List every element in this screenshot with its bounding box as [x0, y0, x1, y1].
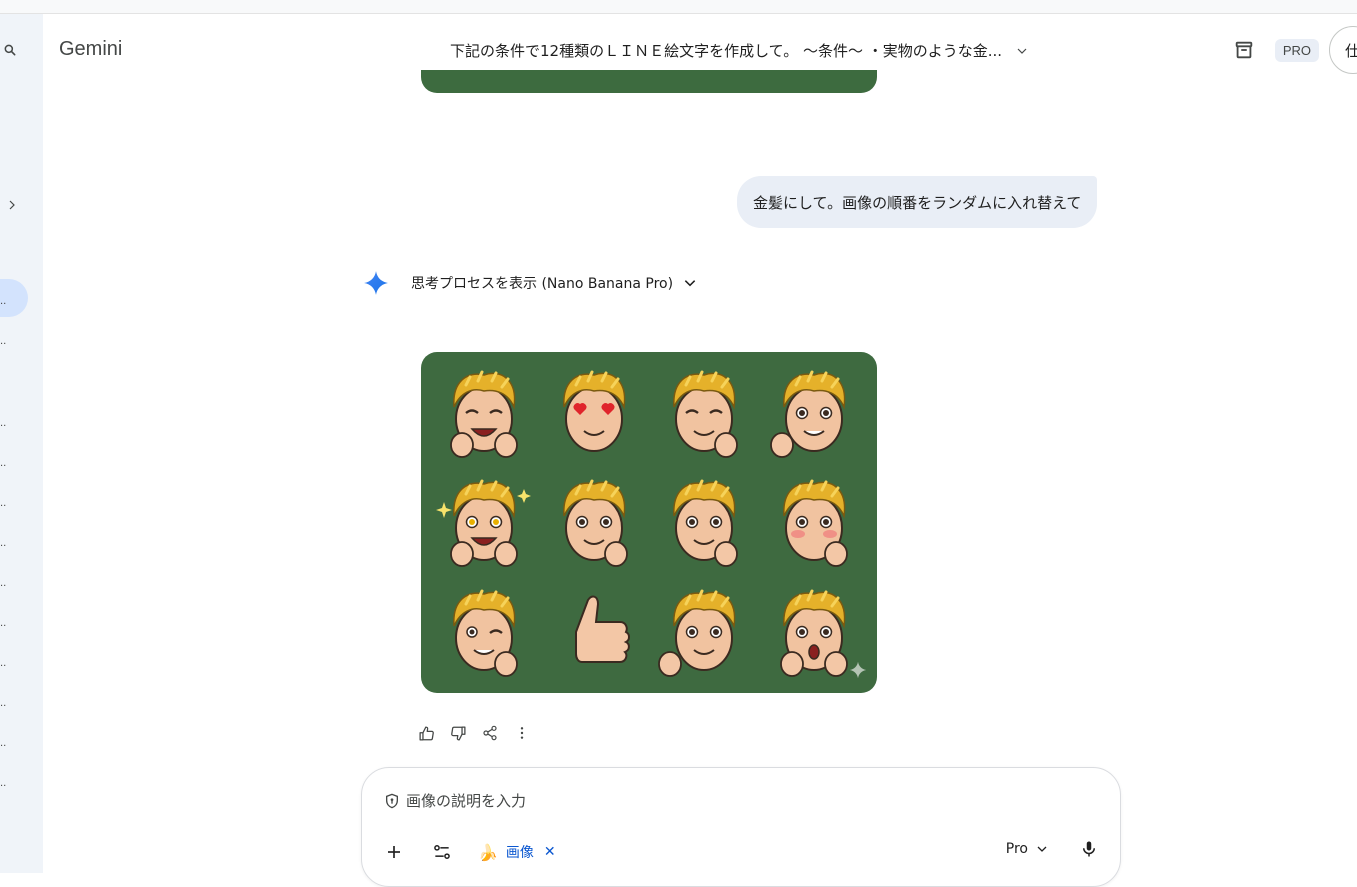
archive-icon[interactable] [1233, 39, 1255, 61]
sidebar-conversation-item[interactable]: .. [0, 739, 6, 749]
prompt-input[interactable]: 画像の説明を入力 [384, 790, 526, 811]
banana-icon: 🍌 [478, 842, 498, 862]
response-actions [410, 722, 538, 744]
share-icon[interactable] [474, 722, 506, 744]
tools-icon[interactable] [430, 840, 454, 864]
chevron-down-icon [1036, 843, 1048, 855]
model-selector-label: Pro [1005, 841, 1028, 857]
show-thinking-label: 思考プロセスを表示 (Nano Banana Pro) [411, 276, 674, 292]
shield-icon [384, 793, 400, 809]
sticker-praying-hands [649, 358, 759, 468]
previous-generated-image[interactable] [421, 70, 877, 93]
sidebar-conversation-item[interactable]: .. [0, 419, 6, 429]
sticker-blushing-hand-over-mouth [759, 468, 869, 578]
close-icon[interactable]: ✕ [544, 844, 556, 860]
sidebar-conversation-item[interactable]: .. [0, 337, 6, 347]
add-icon[interactable] [382, 840, 406, 864]
microphone-icon[interactable] [1080, 840, 1098, 858]
prompt-composer[interactable]: 画像の説明を入力 🍌 画像 ✕ Pro [361, 767, 1121, 887]
sidebar-conversation-item[interactable]: .. [0, 499, 6, 509]
sidebar-conversation-item[interactable]: .. [0, 459, 6, 469]
conversation-title-text: 下記の条件で12種類のＬＩＮＥ絵文字を作成して。 〜条件〜 ・実物のような金..… [450, 42, 1003, 60]
prompt-placeholder: 画像の説明を入力 [406, 792, 527, 810]
generated-image-sticker-sheet[interactable] [421, 352, 877, 693]
sticker-big-thumbs-up [539, 577, 649, 687]
ai-watermark-icon [849, 661, 867, 683]
sidebar-conversation-item[interactable]: .. [0, 779, 6, 789]
user-message-bubble: 金髪にして。画像の順番をランダムに入れ替えて [737, 176, 1098, 228]
account-label: 仕 [1345, 41, 1357, 60]
sidebar-conversation-item[interactable]: .. [0, 579, 6, 589]
sticker-wink-thumbs-up [429, 577, 539, 687]
sidebar-conversation-item[interactable]: .. [0, 619, 6, 629]
chevron-down-icon[interactable] [683, 276, 697, 290]
sidebar-conversation-item[interactable]: .. [0, 297, 6, 307]
conversation-title[interactable]: 下記の条件で12種類のＬＩＮＥ絵文字を作成して。 〜条件〜 ・実物のような金..… [450, 40, 1028, 61]
composer-right-controls: Pro [1006, 840, 1098, 858]
more-vert-icon[interactable] [506, 722, 538, 744]
sticker-smirk-clapping [539, 468, 649, 578]
user-message-text: 金髪にして。画像の順番をランダムに入れ替えて [753, 193, 1082, 212]
sidebar-conversation-item[interactable]: .. [0, 699, 6, 709]
sidebar-conversation-item[interactable]: .. [0, 539, 6, 549]
sticker-sparkle-eyes-jazz-hands [429, 468, 539, 578]
sticker-hand-covering-face [649, 468, 759, 578]
image-tool-chip-label: 画像 [505, 845, 534, 861]
sidebar: ........................ [0, 14, 43, 873]
plan-badge: PRO [1274, 38, 1319, 62]
account-button[interactable]: 仕 [1329, 26, 1357, 74]
brand-logo[interactable]: Gemini [59, 38, 122, 61]
thumbs-down-icon[interactable] [442, 722, 474, 744]
sticker-fist-bump [649, 577, 759, 687]
model-response-header[interactable]: 思考プロセスを表示 (Nano Banana Pro) [363, 270, 697, 296]
sidebar-conversation-item[interactable]: .. [0, 659, 6, 669]
expand-chevron-icon[interactable] [2, 195, 22, 215]
image-tool-chip[interactable]: 🍌 画像 ✕ [478, 842, 556, 862]
search-icon[interactable] [0, 40, 20, 60]
browser-bookmarks-strip [0, 0, 1357, 14]
chevron-down-icon[interactable] [1016, 45, 1028, 57]
sticker-laughing-hands-together [429, 358, 539, 468]
composer-tools: 🍌 画像 ✕ [382, 840, 556, 864]
header-actions: PRO 仕 [1233, 26, 1357, 74]
model-selector[interactable]: Pro [1006, 841, 1048, 857]
gemini-sparkle-icon [363, 270, 389, 296]
sticker-heart-eyes-finger-heart [539, 358, 649, 468]
sticker-confident-thumbs-up [759, 358, 869, 468]
thumbs-up-icon[interactable] [410, 722, 442, 744]
